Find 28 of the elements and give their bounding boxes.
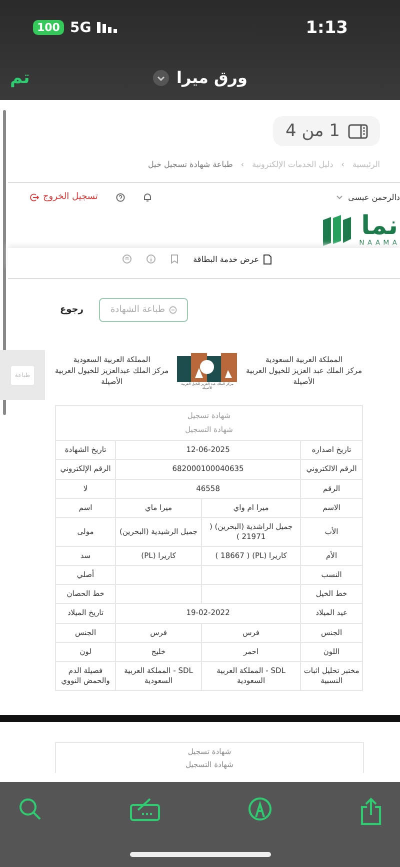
document-title: ورق ميرا: [176, 68, 248, 87]
logout-link[interactable]: تسجيل الخروج: [30, 192, 98, 202]
share-icon[interactable]: [360, 797, 382, 825]
battery-level: 100: [33, 20, 64, 35]
document-icon: [263, 254, 272, 264]
breadcrumb-item: طباعة شهادة تسجيل خيل: [148, 160, 233, 169]
markup-pen-icon[interactable]: [248, 797, 272, 821]
info-icon[interactable]: [146, 254, 156, 264]
logout-icon: [30, 192, 39, 202]
done-button[interactable]: تم: [10, 68, 30, 88]
keyboard-pen-icon[interactable]: [130, 797, 160, 821]
signal-icon: [97, 22, 118, 33]
search-icon[interactable]: [18, 797, 42, 821]
user-name[interactable]: دالرحمن عيسى: [348, 192, 400, 202]
emblem-drawing: [177, 350, 238, 382]
page-indicator[interactable]: 1 من 4: [273, 116, 380, 146]
bookmark-icon[interactable]: [170, 254, 180, 264]
network-type: 5G: [70, 20, 92, 36]
card-service-link[interactable]: عرض خدمة البطاقة: [193, 254, 272, 264]
back-link[interactable]: رجوع: [60, 305, 84, 315]
status-time: 1:13: [306, 18, 348, 38]
breadcrumb-separator: ›: [341, 160, 344, 169]
breadcrumb-separator: ›: [240, 160, 244, 169]
bell-icon[interactable]: [142, 192, 152, 202]
help-icon[interactable]: [116, 192, 125, 202]
chevron-down-icon[interactable]: [152, 70, 169, 86]
logo-text: نما: [361, 213, 398, 239]
sidebar-icon: [348, 124, 368, 138]
